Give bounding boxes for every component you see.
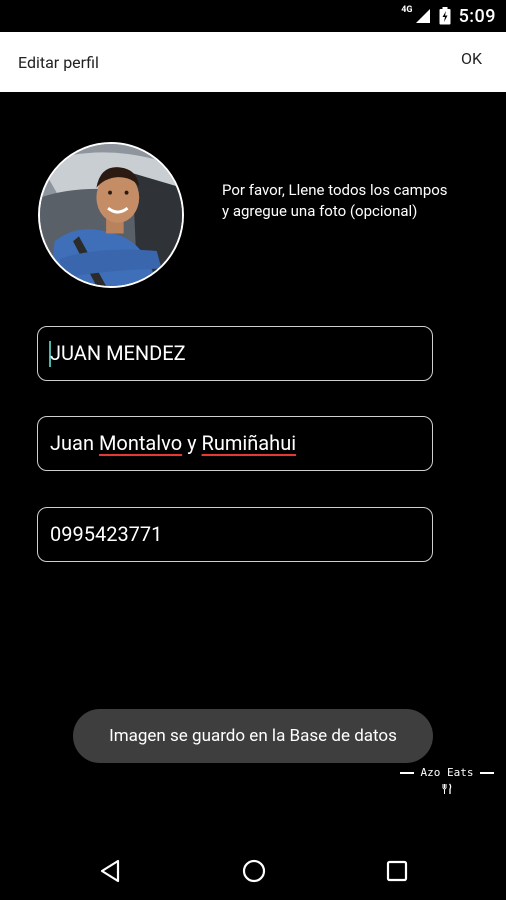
phone-field[interactable]: 0995423771 (37, 507, 433, 562)
recents-icon[interactable] (384, 858, 410, 884)
navigation-bar (0, 840, 506, 900)
back-icon[interactable] (98, 858, 124, 884)
watermark-text: Azo Eats (420, 766, 474, 779)
driver-photo-illustration (40, 144, 182, 286)
address-part-misspelled: Montalvo (98, 431, 183, 455)
toast-message: Imagen se guardo en la Base de datos (73, 709, 433, 763)
ok-button[interactable]: OK (461, 49, 482, 68)
page-title: Editar perfil (18, 53, 99, 72)
divider-line (480, 772, 495, 774)
address-value: Juan Montalvo y Rumiñahui (50, 431, 296, 455)
fork-knife-icon (393, 783, 501, 798)
address-part: y (182, 431, 202, 455)
watermark: Azo Eats (393, 766, 501, 798)
instructions-text: Por favor, Llene todos los campos y agre… (222, 181, 448, 220)
address-part-misspelled: Rumiñahui (201, 431, 297, 455)
clock: 5:09 (458, 5, 496, 27)
toast-text: Imagen se guardo en la Base de datos (109, 726, 397, 746)
status-bar: 4G 5:09 (0, 0, 506, 32)
profile-photo[interactable] (38, 142, 184, 288)
home-icon[interactable] (241, 858, 267, 884)
battery-icon (439, 7, 451, 25)
name-field[interactable]: JUAN MENDEZ (37, 326, 433, 381)
address-field[interactable]: Juan Montalvo y Rumiñahui (37, 416, 433, 471)
network-type: 4G (401, 5, 413, 15)
address-part: Juan (50, 431, 99, 455)
app-bar: Editar perfil OK (0, 32, 506, 92)
phone-value: 0995423771 (50, 522, 163, 546)
signal-icon (415, 8, 431, 24)
name-value: JUAN MENDEZ (50, 341, 186, 365)
divider-line (399, 772, 414, 774)
